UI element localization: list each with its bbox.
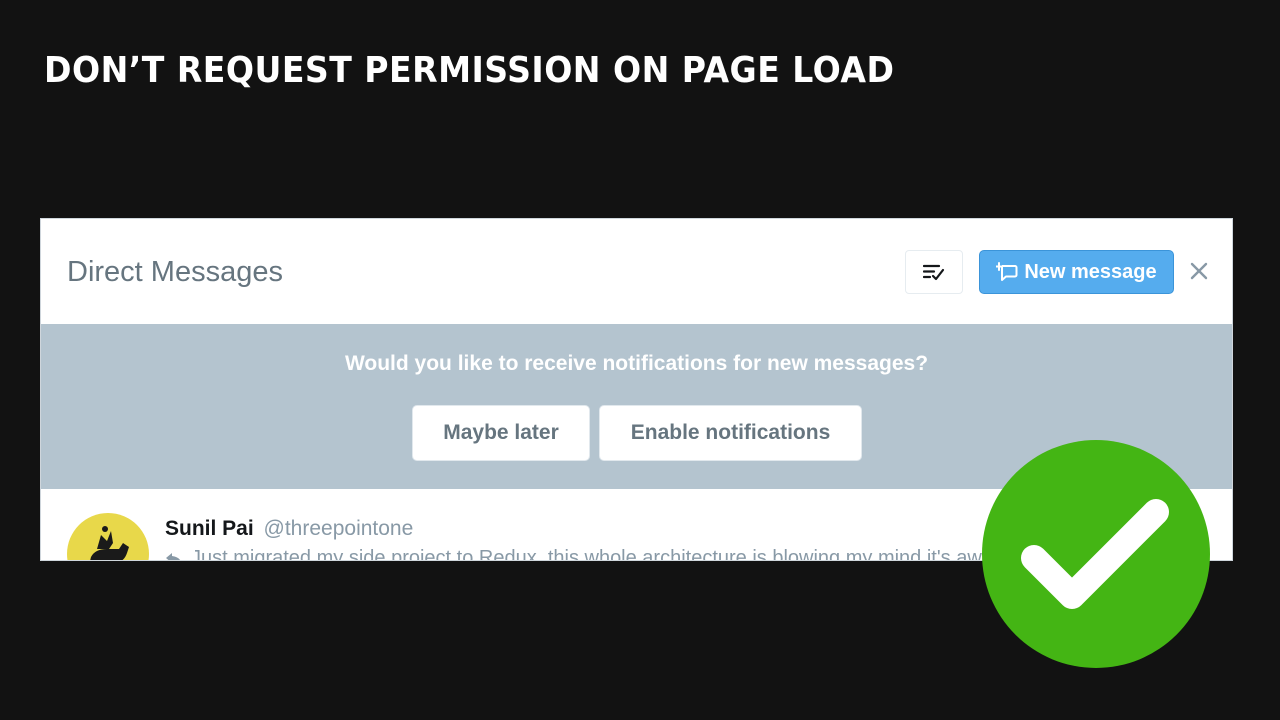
dm-title: Direct Messages: [67, 256, 283, 288]
reply-icon: [166, 552, 181, 560]
message-preview: Just migrated my side project to Redux, …: [165, 547, 1042, 561]
close-button[interactable]: [1187, 259, 1211, 283]
checklist-icon: [923, 264, 945, 281]
maybe-later-button[interactable]: Maybe later: [412, 405, 590, 461]
enable-notifications-button[interactable]: Enable notifications: [599, 405, 862, 461]
avatar: [67, 513, 149, 560]
sender-name: Sunil Pai: [165, 517, 254, 540]
sender-handle: @threepointone: [263, 517, 414, 540]
new-message-button[interactable]: New message: [979, 250, 1174, 294]
new-message-icon: [996, 262, 1018, 281]
dm-header: Direct Messages New message: [41, 219, 1232, 324]
close-icon: [1190, 262, 1208, 280]
success-check-badge: [982, 440, 1210, 668]
new-message-label: New message: [1024, 260, 1157, 283]
message-preview-text: Just migrated my side project to Redux, …: [191, 547, 1042, 561]
dog-avatar-icon: [90, 526, 129, 560]
notification-question: Would you like to receive notifications …: [344, 352, 929, 375]
sender: Sunil Pai @threepointone: [165, 517, 413, 541]
slide-title: DON’T REQUEST PERMISSION ON PAGE LOAD: [44, 50, 895, 91]
mark-all-read-button[interactable]: [905, 250, 963, 294]
check-icon: [1021, 499, 1169, 609]
